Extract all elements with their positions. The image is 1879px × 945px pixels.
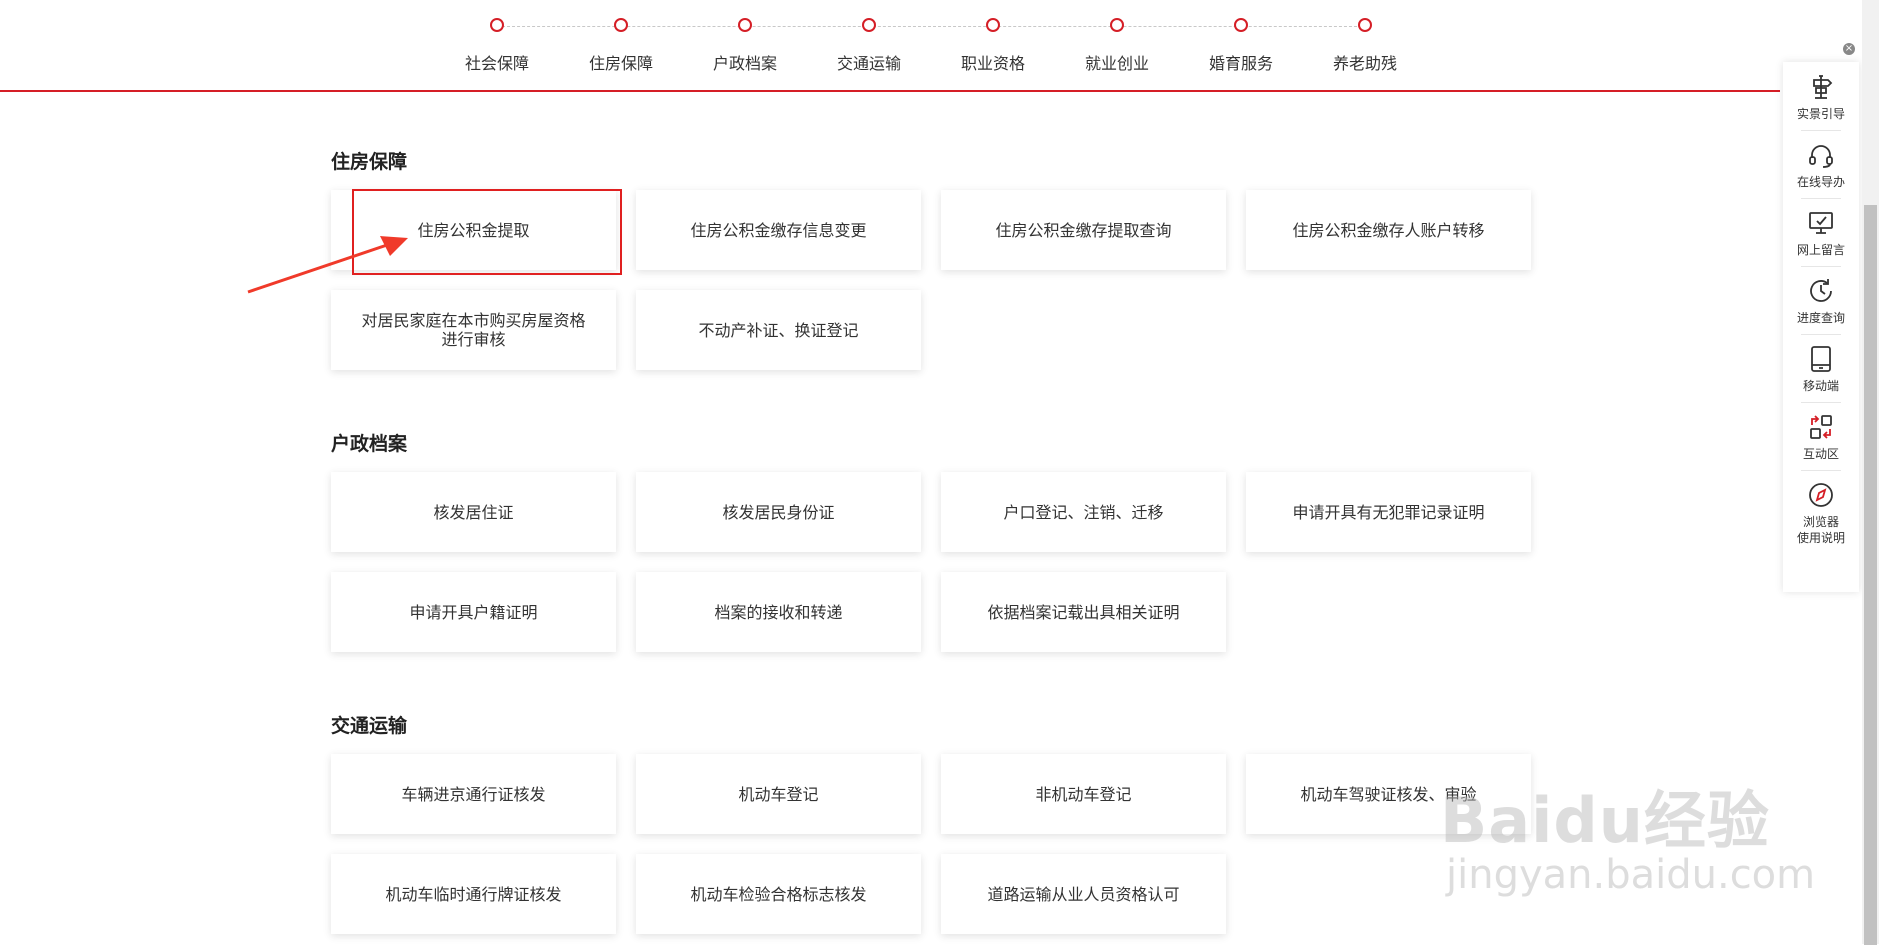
main-content: 住房保障 住房公积金提取 住房公积金缴存信息变更 住房公积金缴存提取查询 住房公积金缴… (331, 92, 1531, 934)
service-card[interactable]: 申请开具户籍证明 (331, 572, 616, 652)
nav-step-dot (862, 18, 876, 32)
section-household-archives: 户政档案 核发居住证 核发居民身份证 户口登记、注销、迁移 申请开具有无犯罪记录证明申… (331, 430, 1531, 652)
message-monitor-icon (1809, 212, 1833, 234)
section-transportation: 交通运输 车辆进京通行证核发 机动车登记 非机动车登记 机动车驾驶证核发、审验机动车临… (331, 712, 1531, 934)
service-card[interactable]: 户口登记、注销、迁移 (941, 472, 1226, 552)
compass-icon (1809, 483, 1833, 507)
nav-step-dot (986, 18, 1000, 32)
service-card[interactable]: 机动车临时通行牌证核发 (331, 854, 616, 934)
nav-step-7[interactable]: 养老助残 (1300, 18, 1430, 74)
side-label-mobile: 移动端 (1802, 379, 1839, 393)
service-card[interactable]: 申请开具有无犯罪记录证明 (1246, 472, 1531, 552)
headset-icon (1809, 145, 1833, 168)
clock-refresh-icon (1810, 279, 1832, 302)
nav-step-label: 职业资格 (960, 54, 1025, 73)
service-card[interactable]: 核发居民身份证 (636, 472, 921, 552)
nav-step-3[interactable]: 交通运输 (804, 18, 934, 74)
card-grid-housing: 住房公积金提取 住房公积金缴存信息变更 住房公积金缴存提取查询 住房公积金缴存人账户转… (331, 190, 1531, 370)
nav-step-dot (1358, 18, 1372, 32)
annotation-arrow (247, 236, 408, 294)
section-housing: 住房保障 住房公积金提取 住房公积金缴存信息变更 住房公积金缴存提取查询 住房公积金缴… (331, 148, 1531, 370)
service-card[interactable]: 不动产补证、换证登记 (636, 290, 921, 370)
side-label-scene-guide: 实景引导 (1796, 107, 1845, 121)
signpost-icon (1813, 75, 1833, 99)
side-label-browser-guide: 浏览器 使用说明 (1796, 515, 1845, 545)
nav-step-label: 社会保障 (464, 54, 529, 73)
service-card[interactable]: 非机动车登记 (941, 754, 1226, 834)
service-card[interactable]: 对居民家庭在本市购买房屋资格进行审核 (331, 290, 616, 370)
nav-step-label: 婚育服务 (1208, 54, 1273, 73)
service-card[interactable]: 道路运输从业人员资格认可 (941, 854, 1226, 934)
nav-step-dot (738, 18, 752, 32)
service-card[interactable]: 依据档案记载出具相关证明 (941, 572, 1226, 652)
side-item-interaction[interactable]: 互动区 (1783, 402, 1859, 470)
nav-step-label: 养老助残 (1332, 54, 1397, 73)
side-label-interaction: 互动区 (1802, 447, 1839, 461)
nav-step-dot (1234, 18, 1248, 32)
section-title-transportation: 交通运输 (331, 715, 408, 737)
side-label-online-guide: 在线导办 (1796, 175, 1845, 189)
service-card[interactable]: 住房公积金缴存提取查询 (941, 190, 1226, 270)
card-grid-transportation: 车辆进京通行证核发 机动车登记 非机动车登记 机动车驾驶证核发、审验机动车临时通行牌证… (331, 754, 1531, 934)
scrollbar-thumb[interactable] (1864, 205, 1877, 945)
service-card[interactable]: 住房公积金缴存信息变更 (636, 190, 921, 270)
side-label-online-message: 网上留言 (1796, 243, 1845, 257)
nav-step-label: 交通运输 (836, 54, 901, 73)
card-grid-household-archives: 核发居住证 核发居民身份证 户口登记、注销、迁移 申请开具有无犯罪记录证明申请开具户籍… (331, 472, 1531, 652)
side-label-progress-query: 进度查询 (1796, 311, 1845, 325)
service-card[interactable]: 车辆进京通行证核发 (331, 754, 616, 834)
side-item-online-guide[interactable]: 在线导办 (1783, 130, 1859, 198)
side-item-mobile[interactable]: 移动端 (1783, 334, 1859, 402)
nav-step-6[interactable]: 婚育服务 (1176, 18, 1306, 74)
service-card[interactable]: 住房公积金缴存人账户转移 (1246, 190, 1531, 270)
nav-step-dot (490, 18, 504, 32)
nav-step-1[interactable]: 住房保障 (556, 18, 686, 74)
page-scrollbar[interactable] (1862, 0, 1879, 945)
nav-step-2[interactable]: 户政档案 (680, 18, 810, 74)
nav-step-0[interactable]: 社会保障 (432, 18, 562, 74)
service-card[interactable]: 核发居住证 (331, 472, 616, 552)
section-title-housing: 住房保障 (331, 151, 408, 173)
nav-step-dot (614, 18, 628, 32)
side-item-online-message[interactable]: 网上留言 (1783, 198, 1859, 266)
toolbar-close-icon[interactable]: × (1843, 43, 1855, 55)
right-floating-toolbar: 实景引导 在线导办 网上留言 进度查询 移动端 互动区 浏览器 使用说明 (1783, 62, 1859, 592)
nav-step-label: 就业创业 (1084, 54, 1149, 73)
side-item-progress-query[interactable]: 进度查询 (1783, 266, 1859, 334)
interact-icon (1810, 415, 1832, 439)
service-card[interactable]: 机动车登记 (636, 754, 921, 834)
nav-step-5[interactable]: 就业创业 (1052, 18, 1182, 74)
nav-step-dot (1110, 18, 1124, 32)
category-stepper-nav: 社会保障 住房保障 户政档案 交通运输 职业资格 就业创业 婚育服务 养老助残 (0, 0, 1780, 92)
side-item-scene-guide[interactable]: 实景引导 (1783, 62, 1859, 130)
nav-step-label: 住房保障 (588, 54, 653, 73)
nav-step-label: 户政档案 (712, 54, 777, 73)
service-card[interactable]: 机动车驾驶证核发、审验 (1246, 754, 1531, 834)
side-item-browser-guide[interactable]: 浏览器 使用说明 (1783, 470, 1859, 554)
section-title-household-archives: 户政档案 (331, 433, 408, 455)
tablet-icon (1811, 346, 1831, 372)
nav-step-4[interactable]: 职业资格 (928, 18, 1058, 74)
service-card[interactable]: 机动车检验合格标志核发 (636, 854, 921, 934)
service-card[interactable]: 档案的接收和转递 (636, 572, 921, 652)
